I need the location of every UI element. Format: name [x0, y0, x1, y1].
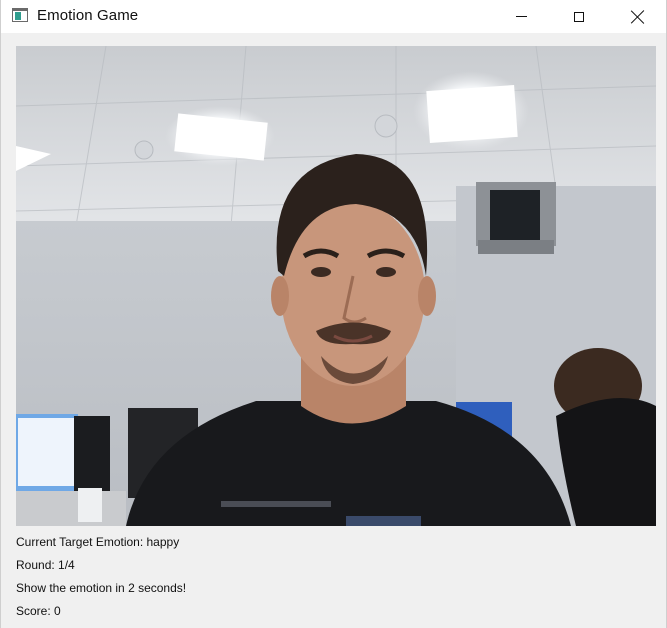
score-label: Score: 0	[16, 604, 61, 618]
close-button[interactable]	[615, 0, 661, 33]
app-window: Emotion Game Current Target Emotion: hap…	[0, 0, 667, 628]
target-emotion-label: Current Target Emotion: happy	[16, 535, 180, 549]
app-window-icon	[12, 8, 28, 22]
maximize-icon	[574, 11, 584, 22]
window-title: Emotion Game	[37, 7, 139, 24]
countdown-prompt-label: Show the emotion in 2 seconds!	[16, 581, 187, 595]
webcam-feed	[16, 46, 656, 526]
minimize-button[interactable]	[498, 0, 544, 33]
webcam-frame	[16, 46, 656, 526]
round-label: Round: 1/4	[16, 558, 75, 572]
maximize-button[interactable]	[556, 0, 602, 33]
minimize-icon	[515, 16, 527, 17]
title-bar[interactable]: Emotion Game	[1, 0, 666, 33]
close-icon	[631, 10, 645, 24]
